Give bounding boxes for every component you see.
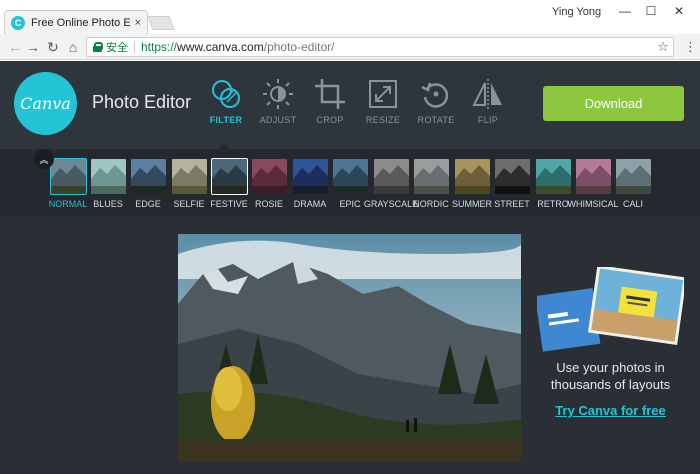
filter-grayscale-thumbnail [373, 159, 409, 194]
tool-crop-label: CROP [316, 115, 344, 125]
profile-user-name[interactable]: Ying Yong [552, 6, 601, 18]
filter-cali-label: CALI [622, 199, 643, 209]
window-minimize-button[interactable]: — [614, 2, 636, 20]
filter-cali-thumbnail [615, 159, 651, 194]
tool-filter-label: FILTER [209, 115, 243, 125]
tool-rotate[interactable]: ROTATE [411, 77, 461, 125]
filter-nordic-thumbnail [413, 159, 449, 194]
filter-drama-thumbnail [292, 159, 328, 194]
promo-message: Use your photos in thousands of layouts [537, 359, 684, 393]
crop-icon [315, 79, 345, 109]
filter-cali[interactable]: CALI [614, 159, 652, 209]
browser-titlebar: C Free Online Photo Editor × Ying Yong —… [0, 0, 700, 34]
tool-resize-label: RESIZE [365, 115, 401, 125]
promo-layout-cards [537, 267, 684, 352]
lock-icon [93, 42, 103, 52]
resize-icon [369, 80, 397, 108]
secure-label: 安全 [106, 42, 128, 54]
browser-tab[interactable]: C Free Online Photo Editor × [4, 10, 148, 34]
tool-filter[interactable]: FILTER [201, 77, 251, 125]
tool-resize[interactable]: RESIZE [358, 77, 408, 125]
tool-flip-label: FLIP [477, 115, 499, 125]
adjust-icon [263, 79, 293, 109]
new-tab-button[interactable] [147, 16, 175, 30]
tool-rotate-label: ROTATE [417, 115, 455, 125]
url-host: www.canva.com [177, 40, 264, 54]
browser-menu-icon[interactable]: ⋮ [684, 39, 697, 55]
tab-close-icon[interactable]: × [135, 17, 141, 29]
home-icon[interactable]: ⌂ [64, 38, 82, 56]
canva-logo[interactable]: Canva [14, 72, 77, 135]
editor-header: Canva Photo Editor FILTER ADJUST CROP RE… [0, 61, 700, 149]
reload-icon[interactable]: ↻ [44, 38, 62, 56]
canva-favicon-icon: C [11, 15, 25, 30]
filter-epic-thumbnail [332, 159, 368, 194]
promo-line-1: Use your photos in [556, 360, 665, 375]
filter-blues-thumbnail [90, 159, 126, 194]
filter-selfie-thumbnail [171, 159, 207, 194]
filter-street-thumbnail [494, 159, 530, 194]
tool-adjust[interactable]: ADJUST [253, 77, 303, 125]
download-button[interactable]: Download [543, 86, 684, 121]
back-arrow-icon[interactable]: ← [6, 38, 24, 56]
collapse-filters-chevron-up-icon[interactable]: ︽ [34, 149, 54, 169]
page-title: Photo Editor [92, 92, 192, 112]
filter-festive-thumbnail [210, 158, 248, 195]
window-maximize-button[interactable]: ☐ [640, 2, 662, 20]
bookmark-star-icon[interactable]: ☆ [657, 39, 669, 55]
tool-adjust-label: ADJUST [259, 115, 297, 125]
filter-rosie-thumbnail [251, 159, 287, 194]
url-path: /photo-editor/ [263, 40, 335, 54]
filter-icon [212, 80, 240, 108]
filter-summer-thumbnail [454, 159, 490, 194]
rotate-icon [421, 82, 449, 108]
flip-icon [472, 79, 502, 109]
forward-arrow-icon[interactable]: → [24, 38, 42, 56]
canva-photo-editor: Canva Photo Editor FILTER ADJUST CROP RE… [0, 61, 700, 474]
tool-crop[interactable]: CROP [305, 77, 355, 125]
promo-line-2: thousands of layouts [550, 377, 671, 392]
tool-flip[interactable]: FLIP [463, 77, 513, 125]
tab-title: Free Online Photo Editor [31, 16, 131, 29]
filter-edge-thumbnail [130, 159, 166, 194]
window-close-button[interactable]: ✕ [668, 2, 690, 20]
edited-photo [178, 234, 521, 462]
filter-whimsical-thumbnail [575, 159, 611, 194]
filter-retro-thumbnail [535, 159, 571, 194]
filter-normal-thumbnail [49, 158, 87, 195]
try-canva-link[interactable]: Try Canva for free [537, 403, 684, 418]
url-divider [134, 41, 135, 53]
address-bar[interactable]: 安全 https:// www.canva.com /photo-editor/… [86, 37, 674, 57]
url-scheme: https:// [141, 40, 178, 54]
browser-toolbar: ← → ↻ ⌂ 安全 https:// www.canva.com /photo… [0, 34, 700, 60]
filter-strip: NORMAL BLUES EDGE SELFIE FESTIVE ROSIE D… [0, 149, 700, 216]
